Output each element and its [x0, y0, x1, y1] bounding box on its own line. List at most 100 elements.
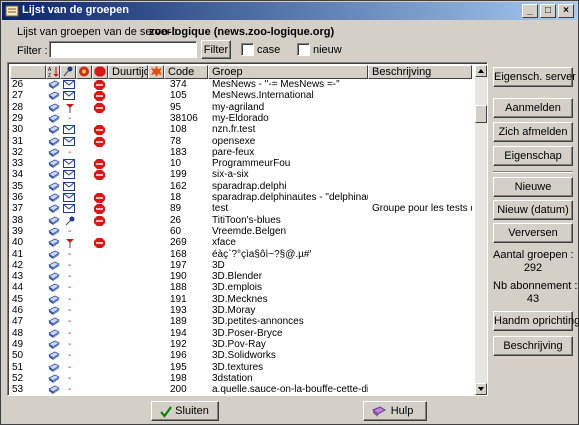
- row-group-name[interactable]: 3D.petites-annonces: [212, 316, 368, 327]
- row-group-name[interactable]: sparadrap.delphinautes - "delphinautes": [212, 192, 368, 203]
- row-group-name[interactable]: ProgrammeurFou: [212, 158, 368, 169]
- list-item[interactable]: 38 26 TitiToon's-blues: [10, 215, 472, 226]
- subscription-count-value: 43: [526, 293, 540, 305]
- sort-az-icon[interactable]: AZ: [46, 65, 60, 79]
- filter-button[interactable]: Filter: [201, 40, 231, 59]
- row-group-name[interactable]: my-Eldorado: [212, 113, 368, 124]
- list-item[interactable]: 42 - 197 3D: [10, 260, 472, 271]
- list-item[interactable]: 52 - 198 3dstation: [10, 373, 472, 384]
- help-button[interactable]: Hulp: [363, 401, 427, 421]
- pin-icon[interactable]: [60, 65, 76, 79]
- row-group-name[interactable]: opensexe: [212, 136, 368, 147]
- properties-button[interactable]: Eigenschap: [493, 146, 573, 166]
- list-item[interactable]: 45 - 191 3D.Mecknes: [10, 294, 472, 305]
- mail-icon: [63, 91, 75, 101]
- new-header-icon[interactable]: [148, 65, 164, 79]
- list-item[interactable]: 29 - 38106 my-Eldorado: [10, 113, 472, 124]
- row-group-name[interactable]: 3D: [212, 260, 368, 271]
- server-properties-button[interactable]: Eigensch. server: [493, 67, 576, 87]
- row-group-name[interactable]: 3D.Pov-Ray: [212, 339, 368, 350]
- row-group-name[interactable]: éàç`?°çìa§ôì~?§@.µ#': [212, 249, 368, 260]
- stop-header-icon[interactable]: [92, 65, 108, 79]
- row-number: 49: [12, 338, 24, 350]
- new-checkbox[interactable]: [297, 43, 310, 56]
- list-item[interactable]: 44 - 188 3D.emplois: [10, 282, 472, 293]
- row-group-name[interactable]: MesNews.International: [212, 90, 368, 101]
- status-icon[interactable]: [76, 65, 92, 79]
- row-group-name[interactable]: test: [212, 203, 368, 214]
- row-group-name[interactable]: sparadrap.delphi: [212, 181, 368, 192]
- list-item[interactable]: 46 - 193 3D.Moray: [10, 305, 472, 316]
- filter-input[interactable]: [49, 41, 197, 58]
- row-group-name[interactable]: MesNews - "-= MesNews =-": [212, 79, 368, 90]
- row-number: 33: [12, 158, 24, 170]
- list-item[interactable]: 35 162 sparadrap.delphi: [10, 181, 472, 192]
- row-group-name[interactable]: 3dstation: [212, 373, 368, 384]
- row-group-name[interactable]: 3D.emplois: [212, 282, 368, 293]
- list-item[interactable]: 33 10 ProgrammeurFou: [10, 158, 472, 170]
- flag-icon[interactable]: [65, 103, 75, 113]
- row-group-name[interactable]: pare-feux: [212, 147, 368, 158]
- new-by-date-button[interactable]: Nieuw (datum): [493, 200, 573, 220]
- close-icon[interactable]: ×: [558, 4, 574, 18]
- pin-icon[interactable]: [65, 216, 75, 226]
- row-group-name[interactable]: my-agriland: [212, 102, 368, 113]
- row-group-name[interactable]: 3D.Moray: [212, 305, 368, 316]
- row-group-name[interactable]: 3D.Solidworks: [212, 350, 368, 361]
- flag-icon[interactable]: [65, 238, 75, 249]
- row-group-name[interactable]: six-a-six: [212, 169, 368, 180]
- row-group-name[interactable]: 3D.Blender: [212, 271, 368, 282]
- list-item[interactable]: 43 - 190 3D.Blender: [10, 271, 472, 282]
- maximize-icon[interactable]: □: [540, 4, 556, 18]
- list-item[interactable]: 36 18 sparadrap.delphinautes - "delphinaut…: [10, 192, 472, 203]
- manual-creation-button[interactable]: Handm oprichting: [493, 311, 579, 331]
- dash-icon: -: [68, 327, 72, 339]
- col-description[interactable]: Beschrijving: [368, 65, 472, 79]
- list-item[interactable]: 48 - 194 3D.Poser-Bryce: [10, 328, 472, 339]
- new-groups-button[interactable]: Nieuwe: [493, 177, 573, 197]
- row-group-name[interactable]: Vreemde.Belgen: [212, 226, 368, 237]
- title-bar[interactable]: Lijst van de groepen _ □ ×: [2, 2, 577, 20]
- scroll-down-button[interactable]: [475, 383, 487, 395]
- row-group-name[interactable]: nzn.fr.test: [212, 124, 368, 135]
- list-item[interactable]: 50 - 196 3D.Solidworks: [10, 350, 472, 361]
- vertical-scrollbar[interactable]: [475, 65, 487, 395]
- groups-list[interactable]: AZ Duurtijd Code Groep Beschrijving 26 37…: [7, 62, 488, 396]
- minimize-icon[interactable]: _: [522, 4, 538, 18]
- scroll-up-button[interactable]: [475, 65, 487, 77]
- list-item[interactable]: 37 89 test Groupe pour les tests de p...: [10, 203, 472, 215]
- list-item[interactable]: 34 199 six-a-six: [10, 169, 472, 181]
- list-item[interactable]: 30 108 nzn.fr.test: [10, 124, 472, 136]
- list-item[interactable]: 47 - 189 3D.petites-annonces: [10, 316, 472, 327]
- list-item[interactable]: 40 269 xface: [10, 237, 472, 249]
- scroll-thumb[interactable]: [475, 105, 487, 123]
- row-group-name[interactable]: 3D.Mecknes: [212, 294, 368, 305]
- row-group-name[interactable]: a.quelle.sauce-on-la-bouffe-cette-dinde: [212, 384, 368, 395]
- row-group-name[interactable]: xface: [212, 237, 368, 248]
- refresh-button[interactable]: Verversen: [493, 223, 573, 243]
- list-item[interactable]: 32 - 183 pare-feux: [10, 147, 472, 158]
- list-item[interactable]: 28 95 my-agriland: [10, 102, 472, 113]
- close-button[interactable]: Sluiten: [151, 401, 219, 421]
- list-item[interactable]: 26 374 MesNews - "-= MesNews =-": [10, 79, 472, 90]
- list-item[interactable]: 41 - 168 éàç`?°çìa§ôì~?§@.µ#': [10, 249, 472, 260]
- row-group-name[interactable]: 3D.textures: [212, 362, 368, 373]
- list-item[interactable]: 49 - 192 3D.Pov-Ray: [10, 339, 472, 350]
- col-code[interactable]: Code: [164, 65, 208, 79]
- list-item[interactable]: 51 - 195 3D.textures: [10, 362, 472, 373]
- col-group[interactable]: Groep: [208, 65, 368, 79]
- row-group-name[interactable]: 3D.Poser-Bryce: [212, 328, 368, 339]
- list-item[interactable]: 31 78 opensexe: [10, 136, 472, 147]
- help-button-label: Hulp: [390, 405, 414, 417]
- col-number[interactable]: [10, 65, 46, 79]
- description-button[interactable]: Beschrijving: [493, 336, 573, 356]
- row-group-name[interactable]: TitiToon's-blues: [212, 215, 368, 226]
- list-item[interactable]: 27 105 MesNews.International: [10, 90, 472, 102]
- list-item[interactable]: 39 - 60 Vreemde.Belgen: [10, 226, 472, 237]
- case-checkbox[interactable]: [241, 43, 254, 56]
- unsubscribe-button[interactable]: Zich afmelden: [493, 122, 573, 142]
- col-duration[interactable]: Duurtijd: [108, 65, 148, 79]
- subscribe-button[interactable]: Aanmelden: [493, 98, 573, 118]
- row-description: Groupe pour les tests de p...: [372, 203, 472, 215]
- list-item[interactable]: 53 - 200 a.quelle.sauce-on-la-bouffe-cette-…: [10, 384, 472, 395]
